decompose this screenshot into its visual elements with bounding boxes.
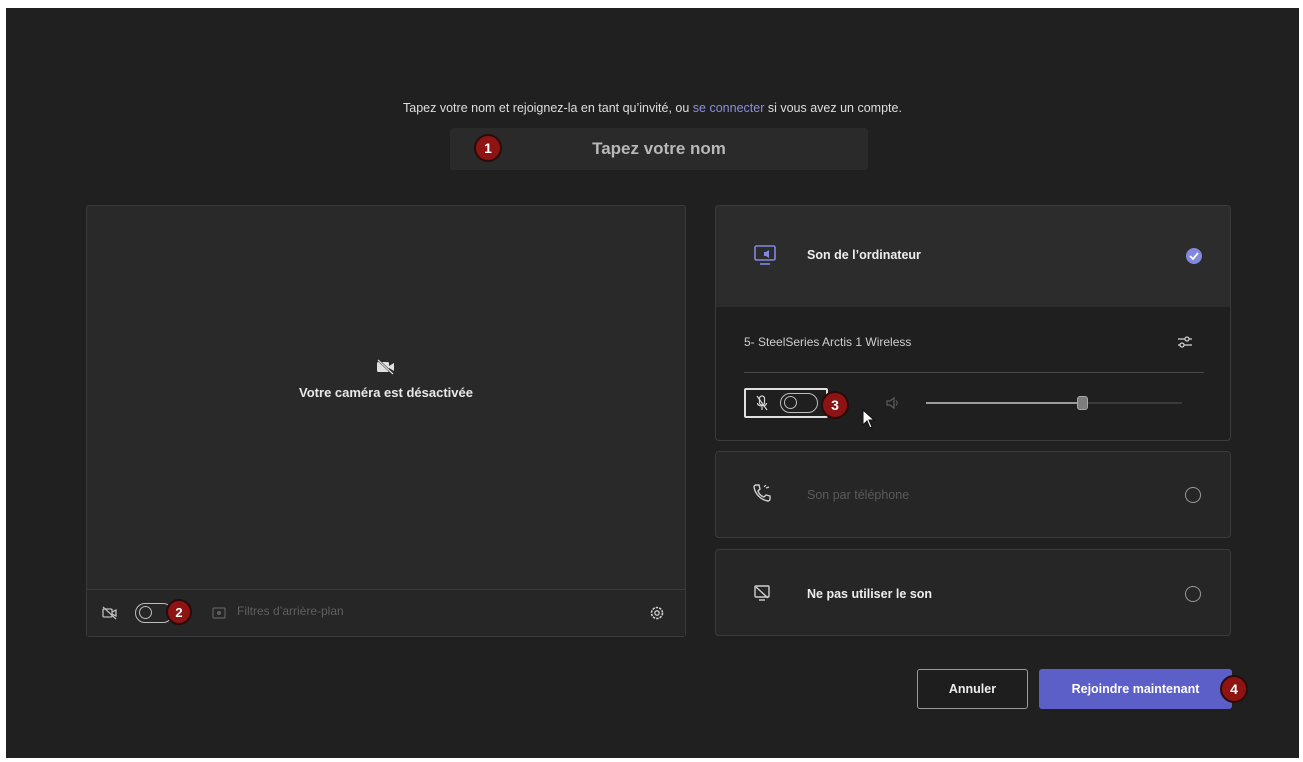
speaker-volume-fill [926,402,1083,404]
callout-badge-3: 3 [821,391,849,419]
sliders-icon[interactable] [1175,332,1195,352]
pre-join-screen: Tapez votre nom et rejoignez-la en tant … [6,8,1299,758]
microphone-toggle-knob [784,396,797,409]
speaker-volume-thumb[interactable] [1077,396,1089,410]
camera-off-status: Votre caméra est désactivée [87,359,685,400]
callout-badge-4: 4 [1220,675,1248,703]
background-filters-button: Filtres d’arrière-plan [237,604,344,618]
phone-icon [751,482,773,504]
callout-badge-2: 2 [166,599,192,625]
phone-audio-label: Son par téléphone [807,488,910,502]
device-divider [744,372,1204,373]
computer-audio-card: Son de l’ordinateur 5- SteelSeries Arcti… [715,205,1231,441]
camera-off-icon [377,359,394,375]
sign-in-link[interactable]: se connecter [693,101,765,115]
phone-audio-option[interactable]: Son par téléphone [715,451,1231,538]
no-audio-radio[interactable] [1185,586,1201,602]
intro-text-before: Tapez votre nom et rejoignez-la en tant … [403,101,693,115]
no-audio-option[interactable]: Ne pas utiliser le son [715,549,1231,636]
no-audio-icon [751,582,773,604]
computer-audio-label: Son de l’ordinateur [807,248,921,262]
speaker-icon [884,394,902,412]
audio-device-name: 5- SteelSeries Arctis 1 Wireless [744,335,912,349]
video-toolbar: 2 Filtres d’arrière-plan [87,589,685,636]
camera-toggle-knob [139,606,152,619]
phone-audio-radio[interactable] [1185,487,1201,503]
camera-off-icon [101,604,119,622]
computer-audio-icon [752,242,778,268]
join-now-button[interactable]: Rejoindre maintenant [1039,669,1232,709]
speaker-volume-slider[interactable] [926,396,1182,410]
name-input[interactable] [450,128,868,170]
microphone-control [744,388,828,418]
computer-audio-option[interactable]: Son de l’ordinateur [716,206,1230,307]
camera-off-text: Votre caméra est désactivée [299,385,473,400]
join-instructions: Tapez votre nom et rejoignez-la en tant … [6,101,1299,115]
mouse-cursor-icon [861,408,877,430]
microphone-toggle[interactable] [780,393,818,413]
mic-off-icon [754,394,770,412]
gear-icon[interactable] [647,603,667,623]
cancel-button[interactable]: Annuler [917,669,1028,709]
callout-badge-1: 1 [474,134,502,162]
checkmark-icon [1186,248,1202,264]
no-audio-label: Ne pas utiliser le son [807,587,933,601]
video-preview-panel: Votre caméra est désactivée 2 Filtres d’… [86,205,686,637]
intro-text-after: si vous avez un compte. [764,101,902,115]
background-filters-icon [211,605,227,621]
